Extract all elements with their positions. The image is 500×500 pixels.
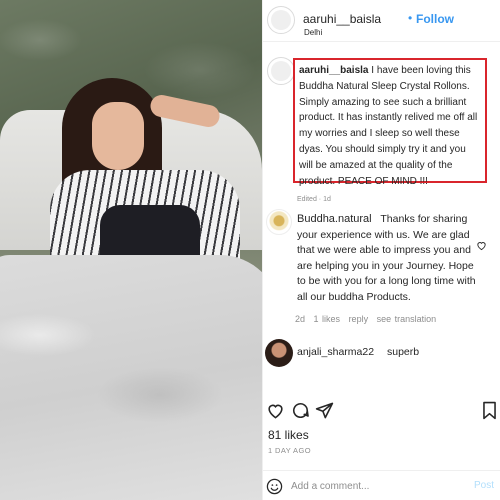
- post-location[interactable]: Delhi: [304, 28, 322, 37]
- commenter-avatar[interactable]: [265, 339, 293, 367]
- heart-icon[interactable]: [266, 401, 285, 420]
- post-comment-button[interactable]: Post: [474, 480, 494, 491]
- caption-meta: Edited · 1d: [297, 196, 331, 203]
- reply-comment: Buddha.natural Thanks for sharing your e…: [297, 212, 483, 306]
- comment-bubble-icon[interactable]: [291, 401, 310, 420]
- comment-like-heart-icon[interactable]: [476, 240, 487, 251]
- comment-author[interactable]: anjali_sharma22: [297, 346, 374, 358]
- reply-text: Thanks for sharing your experience with …: [297, 213, 476, 303]
- photo-blanket: [0, 255, 262, 500]
- follow-separator-dot: •: [408, 11, 413, 25]
- reply-meta: 2d 1 likes reply see translation: [295, 314, 441, 324]
- bookmark-icon[interactable]: [481, 401, 498, 420]
- post-header: aaruhi__baisla Delhi • Follow: [263, 0, 500, 42]
- follow-button[interactable]: Follow: [416, 12, 454, 26]
- post-action-bar: [263, 398, 500, 422]
- caption-author-avatar[interactable]: [267, 57, 295, 85]
- see-translation-button[interactable]: see translation: [377, 314, 437, 324]
- reply-time: 2d: [295, 314, 306, 324]
- reply-button[interactable]: reply: [349, 314, 369, 324]
- comment-input[interactable]: [291, 479, 461, 493]
- post-photo[interactable]: [0, 0, 262, 500]
- reply-author[interactable]: Buddha.natural: [297, 213, 372, 225]
- comment-text: superb: [386, 346, 420, 358]
- caption-author[interactable]: aaruhi__baisla: [299, 65, 368, 76]
- paper-plane-icon[interactable]: [315, 401, 334, 420]
- comment-item: anjali_sharma22 superb: [297, 346, 419, 358]
- like-count[interactable]: 81 likes: [268, 428, 309, 442]
- reply-likes[interactable]: 1 likes: [314, 314, 341, 324]
- smiley-icon[interactable]: [266, 478, 283, 495]
- caption-highlight-box: aaruhi__baisla I have been loving this B…: [293, 58, 487, 187]
- post-details-panel: aaruhi__baisla Delhi • Follow aaruhi__ba…: [262, 0, 500, 500]
- add-comment-bar: Post: [263, 470, 500, 500]
- author-username[interactable]: aaruhi__baisla: [303, 12, 381, 26]
- author-avatar[interactable]: [267, 6, 295, 34]
- post-timestamp: 1 DAY AGO: [268, 446, 311, 455]
- caption-text: I have been loving this Buddha Natural S…: [299, 65, 478, 187]
- photo-face: [92, 102, 144, 170]
- reply-author-avatar[interactable]: [266, 209, 292, 235]
